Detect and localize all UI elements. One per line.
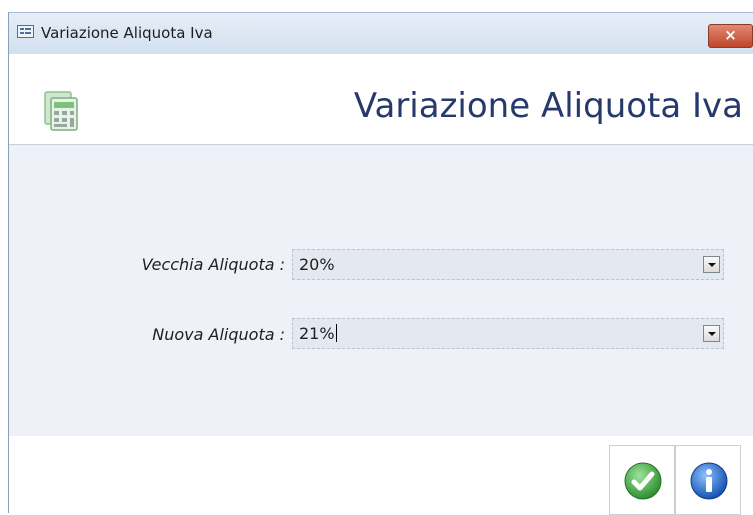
page-title: Variazione Aliquota Iva (353, 86, 743, 126)
chevron-down-icon[interactable] (703, 325, 720, 342)
close-icon: × (724, 26, 737, 44)
new-rate-value-wrap: 21% (299, 324, 337, 343)
new-rate-label: Nuova Aliquota : (152, 325, 285, 344)
dialog-header: Variazione Aliquota Iva (9, 54, 753, 145)
form-window-icon (17, 25, 34, 38)
calculator-document-icon (44, 91, 78, 131)
action-bar (9, 436, 753, 515)
dialog-window: Variazione Aliquota Iva × Variazione Ali… (8, 12, 753, 515)
window-title: Variazione Aliquota Iva (41, 24, 213, 42)
info-icon (690, 462, 728, 500)
old-rate-label: Vecchia Aliquota : (141, 255, 285, 274)
close-button[interactable]: × (708, 24, 753, 48)
info-button[interactable] (675, 445, 741, 515)
old-rate-select[interactable]: 20% (292, 249, 724, 280)
new-rate-value: 21% (299, 324, 335, 343)
confirm-button[interactable] (609, 445, 675, 515)
title-bar[interactable]: Variazione Aliquota Iva × (9, 12, 753, 54)
text-cursor (335, 324, 337, 342)
chevron-down-icon[interactable] (703, 256, 720, 273)
form-panel: Vecchia Aliquota : 20% Nuova Aliquota : … (9, 145, 753, 436)
new-rate-select[interactable]: 21% (292, 318, 724, 349)
checkmark-icon (624, 462, 662, 500)
old-rate-value: 20% (299, 255, 335, 274)
